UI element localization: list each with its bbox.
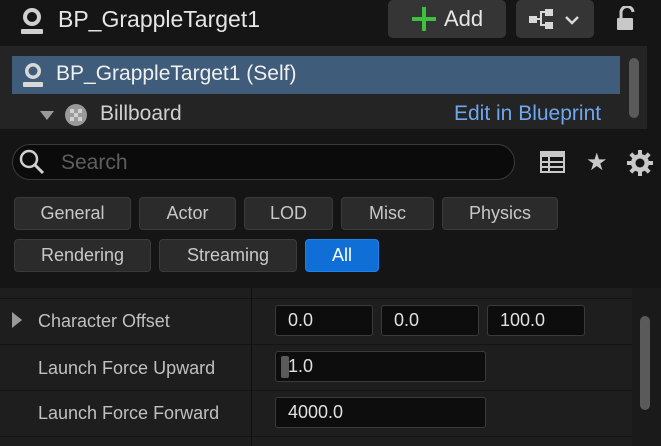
edit-in-blueprint-link[interactable]: Edit in Blueprint: [454, 102, 601, 126]
table-icon[interactable]: [540, 151, 565, 178]
filter-rendering[interactable]: Rendering: [14, 239, 151, 272]
tree-self-label: BP_GrappleTarget1 (Self): [56, 62, 297, 85]
actor-icon: [20, 61, 46, 94]
property-label: Launch Force Upward: [38, 358, 216, 378]
blueprint-options-button[interactable]: [516, 0, 594, 38]
property-row: [0, 436, 632, 446]
search-box[interactable]: [12, 144, 515, 180]
star-icon[interactable]: ★: [586, 148, 608, 177]
blueprint-icon: [528, 8, 554, 35]
filter-physics[interactable]: Physics: [442, 197, 558, 230]
character-offset-z-field[interactable]: 100.0: [487, 305, 585, 336]
tree-collapse-caret[interactable]: [40, 111, 54, 120]
filter-actor[interactable]: Actor: [139, 197, 236, 230]
search-input[interactable]: [59, 148, 503, 178]
chevron-down-icon: [564, 13, 580, 31]
launch-force-forward-field[interactable]: 4000.0: [275, 397, 486, 428]
tree-item-billboard[interactable]: Billboard: [100, 102, 182, 126]
billboard-icon: [64, 103, 88, 132]
lock-icon[interactable]: [614, 5, 640, 37]
character-offset-y-field[interactable]: 0.0: [381, 305, 479, 336]
launch-force-upward-field[interactable]: 1.0: [275, 351, 486, 382]
add-component-button[interactable]: Add: [388, 0, 506, 38]
filter-lod[interactable]: LOD: [244, 197, 333, 230]
property-label: Launch Force Forward: [38, 403, 220, 423]
character-offset-x-field[interactable]: 0.0: [275, 305, 373, 336]
filter-all[interactable]: All: [305, 239, 379, 272]
plus-icon: [412, 7, 436, 31]
filter-streaming[interactable]: Streaming: [159, 239, 297, 272]
gear-icon[interactable]: [626, 149, 654, 182]
column-divider[interactable]: [251, 288, 252, 446]
search-icon: [18, 148, 46, 181]
expand-arrow-icon[interactable]: [12, 312, 22, 328]
actor-title: BP_GrappleTarget1: [58, 6, 261, 32]
add-button-label: Add: [444, 6, 484, 31]
property-label: Character Offset: [38, 311, 170, 331]
filter-general[interactable]: General: [14, 197, 131, 230]
filter-misc[interactable]: Misc: [341, 197, 434, 230]
tree-scrollbar[interactable]: [629, 58, 639, 118]
actor-icon: [18, 6, 46, 41]
details-scrollbar[interactable]: [640, 316, 650, 410]
slider-handle[interactable]: [281, 356, 289, 378]
